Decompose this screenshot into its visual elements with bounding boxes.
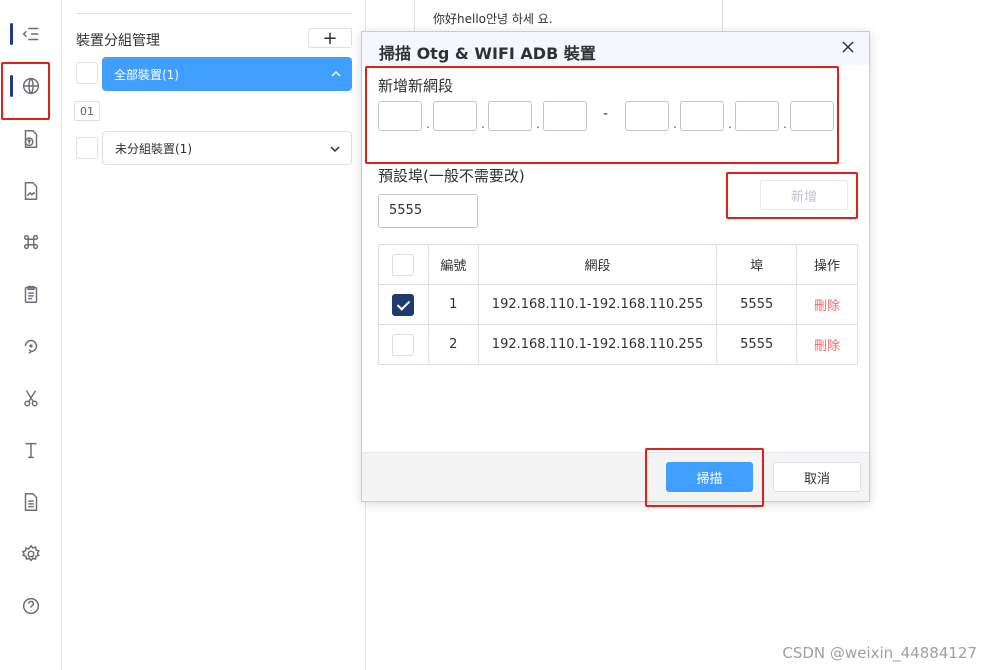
ip-separator: . (426, 117, 430, 131)
group-item-label: 全部裝置(1) (114, 67, 179, 82)
row-segment: 192.168.110.1-192.168.110.255 (477, 324, 718, 365)
ip-end-octet-2[interactable] (680, 101, 724, 131)
chevron-down-icon (330, 146, 340, 153)
ip-start-octet-2[interactable] (433, 101, 477, 131)
divider (76, 13, 352, 14)
delete-row-link[interactable]: 刪除 (814, 339, 840, 354)
collapse-menu-button[interactable] (0, 14, 62, 54)
collapse-menu-icon (22, 27, 39, 41)
image-file-icon (24, 182, 38, 200)
file-upload-icon (24, 130, 38, 148)
row-checkbox[interactable] (392, 333, 415, 356)
table-row: 2 192.168.110.1-192.168.110.255 5555 刪除 (378, 324, 858, 365)
settings-button[interactable] (0, 534, 62, 574)
chevron-up-icon (331, 70, 341, 77)
group-item-ungrouped[interactable]: 未分組裝置(1) (102, 131, 352, 165)
ip-separator: . (481, 117, 485, 131)
ip-end-octet-4[interactable] (790, 101, 834, 131)
row-id: 2 (427, 324, 479, 365)
ip-end-octet-3[interactable] (735, 101, 779, 131)
clipboard-button[interactable] (0, 274, 62, 314)
device-badge[interactable]: 01 (74, 101, 100, 121)
ip-separator: . (673, 117, 677, 131)
background-card: 你好hello안녕 하세 요. (414, 0, 723, 34)
cancel-button[interactable]: 取消 (773, 462, 861, 492)
segment-table: 編號 網段 埠 操作 1 192.168.110.1-192.168.110.2… (378, 244, 858, 365)
header-select-all[interactable] (378, 244, 429, 285)
ip-end-octet-1[interactable] (625, 101, 669, 131)
document-button[interactable] (0, 482, 62, 522)
group-panel: 裝置分組管理 + 全部裝置(1) 01 未分組裝置(1) (62, 0, 366, 670)
icon-sidebar (0, 0, 62, 670)
help-button[interactable] (0, 586, 62, 626)
header-port: 埠 (716, 244, 798, 285)
dialog-title: 掃描 Otg & WIFI ADB 裝置 (379, 44, 596, 63)
upload-file-button[interactable] (0, 119, 62, 159)
ip-separator: . (536, 117, 540, 131)
clipboard-icon (24, 285, 38, 303)
table-row: 1 192.168.110.1-192.168.110.255 5555 刪除 (378, 284, 858, 325)
default-port-label: 預設埠(一般不需要改) (378, 167, 525, 185)
select-all-checkbox[interactable] (392, 253, 415, 276)
ip-start-octet-3[interactable] (488, 101, 532, 131)
dialog-footer: 掃描 取消 (362, 452, 869, 501)
ip-start-octet-4[interactable] (543, 101, 587, 131)
ip-range-dash: - (603, 106, 609, 122)
rotate-button[interactable] (0, 326, 62, 366)
background-card-text: 你好hello안녕 하세 요. (433, 12, 553, 26)
new-segment-label: 新增新網段 (378, 77, 454, 95)
default-port-input[interactable]: 5555 (378, 194, 478, 228)
cut-button[interactable] (0, 378, 62, 418)
rotate-icon (24, 339, 38, 354)
group-item-all[interactable]: 全部裝置(1) (102, 57, 352, 91)
dialog-header: 掃描 Otg & WIFI ADB 裝置 (362, 32, 869, 65)
command-key-icon (23, 234, 39, 250)
ip-separator: . (783, 117, 787, 131)
text-button[interactable] (0, 430, 62, 470)
shortcut-button[interactable] (0, 222, 62, 262)
group-item-label: 未分組裝置(1) (115, 141, 192, 156)
row-port: 5555 (716, 324, 798, 365)
table-header-row: 編號 網段 埠 操作 (378, 244, 858, 285)
ip-separator: . (728, 117, 732, 131)
watermark: CSDN @weixin_44884127 (782, 644, 977, 662)
header-segment: 網段 (477, 244, 718, 285)
text-icon (25, 442, 37, 459)
document-icon (24, 493, 38, 511)
row-id: 1 (427, 284, 479, 325)
group-panel-title: 裝置分組管理 (76, 33, 160, 49)
scissors-icon (24, 390, 38, 407)
group-ungrouped-checkbox[interactable] (76, 137, 98, 159)
scan-button[interactable]: 掃描 (666, 462, 753, 492)
image-file-button[interactable] (0, 171, 62, 211)
close-icon[interactable] (841, 40, 855, 54)
group-all-checkbox[interactable] (76, 62, 98, 84)
row-port: 5555 (716, 284, 798, 325)
delete-row-link[interactable]: 刪除 (814, 299, 840, 314)
ip-start-octet-1[interactable] (378, 101, 422, 131)
row-checkbox[interactable] (392, 293, 415, 316)
gear-icon (21, 544, 40, 562)
row-segment: 192.168.110.1-192.168.110.255 (477, 284, 718, 325)
add-group-button[interactable]: + (308, 28, 352, 49)
network-scan-button[interactable] (0, 66, 62, 106)
help-icon (22, 597, 40, 615)
scan-dialog: 掃描 Otg & WIFI ADB 裝置 新增新網段 . . . - . . .… (361, 31, 870, 502)
network-globe-icon (22, 77, 40, 95)
header-id: 編號 (427, 244, 479, 285)
add-segment-button[interactable]: 新增 (760, 180, 848, 210)
header-action: 操作 (796, 244, 858, 285)
